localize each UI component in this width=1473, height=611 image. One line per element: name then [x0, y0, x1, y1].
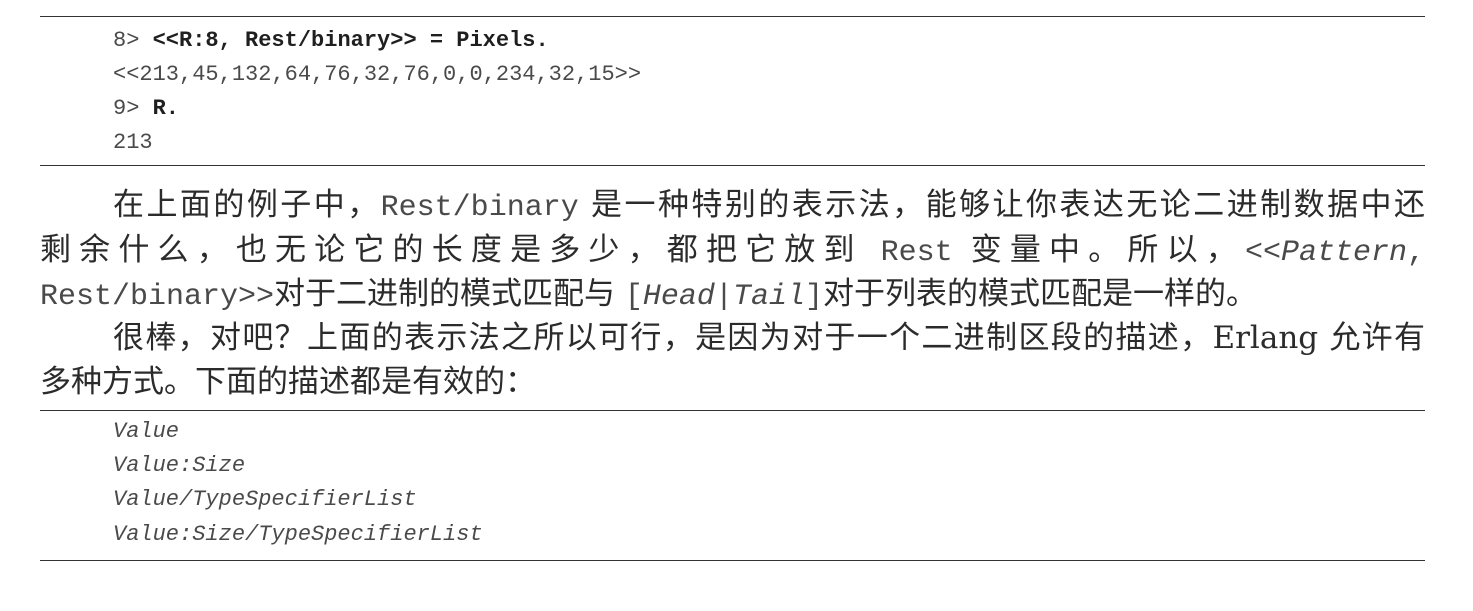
code-block-1-line-4: 213 — [113, 126, 153, 160]
body-text: 对于二进制的模式匹配与 — [274, 276, 625, 312]
shell-output: <<213,45,132,64,76,32,76,0,0,234,32,15>> — [113, 62, 642, 87]
inline-code: << — [1244, 236, 1281, 270]
inline-code-italic: Pattern — [1280, 236, 1407, 270]
code-block-2-top-rule — [40, 410, 1425, 411]
code-block-1-bottom-rule — [40, 165, 1425, 166]
body-text: 很棒，对吧？上面的表示法之所以可行，是因为对于一个二进制区段的描述，Erlang… — [113, 320, 1425, 356]
inline-code: | — [714, 280, 733, 314]
body-text: 剩余什么，也无论它的长度是多少，都把它放到 — [40, 232, 881, 268]
code-block-2-line-1: Value — [113, 419, 180, 444]
body-text: 变量中。所以， — [952, 232, 1245, 268]
body-text: 对于列表的模式匹配是一样的。 — [822, 276, 1257, 312]
inline-code: Rest — [880, 236, 953, 270]
shell-output: 213 — [113, 130, 153, 155]
code-block-1-line-3: 9> R. — [113, 92, 179, 126]
inline-code-italic: Head — [642, 280, 715, 314]
paragraph-1-line-2: 剩余什么，也无论它的长度是多少，都把它放到 Rest 变量中。所以，<<Patt… — [40, 228, 1425, 272]
code-block-2-line-3: Value/TypeSpecifierList — [113, 487, 417, 512]
paragraph-1-line-1: 在上面的例子中，Rest/binary 是一种特别的表示法，能够让你表达无论二进… — [113, 183, 1425, 227]
shell-input: <<R:8, Rest/binary>> = Pixels. — [152, 28, 549, 53]
inline-code: Rest/binary>> — [40, 280, 275, 314]
shell-input: R. — [152, 96, 180, 121]
code-block-2-line-4: Value:Size/TypeSpecifierList — [113, 522, 483, 547]
inline-code: [ — [624, 280, 643, 314]
shell-prompt: 8> — [113, 28, 153, 53]
inline-code: ] — [804, 280, 823, 314]
code-block-2-bottom-rule — [40, 560, 1425, 561]
inline-code-italic: Tail — [732, 280, 805, 314]
book-page: 8> <<R:8, Rest/binary>> = Pixels. <<213,… — [0, 0, 1473, 611]
shell-prompt: 9> — [113, 96, 153, 121]
code-block-1-line-1: 8> <<R:8, Rest/binary>> = Pixels. — [113, 24, 549, 58]
paragraph-1-line-3: Rest/binary>>对于二进制的模式匹配与 [Head|Tail]对于列表… — [40, 272, 1425, 316]
inline-code: , — [1406, 236, 1425, 270]
body-text: 在上面的例子中， — [113, 187, 381, 223]
body-text: 多种方式。下面的描述都是有效的： — [40, 364, 536, 400]
paragraph-2-line-2: 多种方式。下面的描述都是有效的： — [40, 360, 1425, 404]
paragraph-2-line-1: 很棒，对吧？上面的表示法之所以可行，是因为对于一个二进制区段的描述，Erlang… — [113, 316, 1425, 360]
code-block-1-line-2: <<213,45,132,64,76,32,76,0,0,234,32,15>> — [113, 58, 641, 92]
code-block-2-line-2: Value:Size — [113, 453, 246, 478]
code-block-1-top-rule — [40, 16, 1425, 17]
inline-code: Rest/binary — [380, 191, 579, 225]
body-text: 是一种特别的表示法，能够让你表达无论二进制数据中还 — [578, 187, 1425, 223]
